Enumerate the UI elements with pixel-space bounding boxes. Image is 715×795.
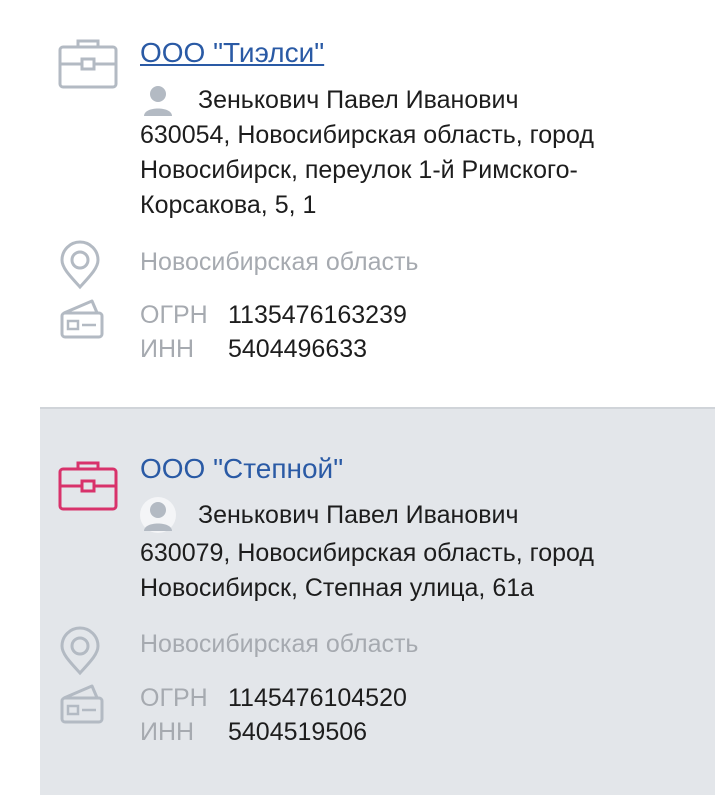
company-region: Новосибирская область [140, 248, 419, 276]
inn-value: 5404496633 [228, 335, 368, 363]
ogrn-value: 1145476104520 [228, 684, 407, 712]
inn-value: 5404519506 [228, 718, 368, 746]
person-avatar-icon [140, 497, 176, 533]
ogrn-label: ОГРН [140, 684, 208, 712]
inn-row: ИНН 5404519506 [140, 715, 367, 749]
location-pin-icon [60, 626, 100, 676]
company-region: Новосибирская область [140, 630, 419, 658]
director-name: Зенькович Павел Иванович [198, 85, 519, 114]
id-card-icon [60, 299, 104, 339]
director-row: Зенькович Павел Иванович [140, 497, 519, 533]
briefcase-icon [58, 39, 118, 89]
inn-row: ИНН 5404496633 [140, 332, 367, 366]
ogrn-value: 1135476163239 [228, 301, 407, 329]
id-card-icon [60, 684, 104, 724]
company-address: 630054, Новосибирская область, город Нов… [140, 121, 594, 219]
ogrn-row: ОГРН 1135476163239 [140, 298, 407, 332]
company-address: 630079, Новосибирская область, город Нов… [140, 539, 594, 602]
company-name-link[interactable]: ООО "Тиэлси" [140, 37, 324, 69]
director-name: Зенькович Павел Иванович [198, 500, 519, 529]
briefcase-icon [58, 461, 118, 511]
company-name-link[interactable]: ООО "Степной" [140, 453, 343, 485]
ogrn-row: ОГРН 1145476104520 [140, 681, 407, 715]
company-card-selected[interactable]: ООО "Степной" Зенькович Павел Иванович 6… [40, 407, 715, 795]
inn-label: ИНН [140, 335, 195, 363]
ogrn-label: ОГРН [140, 301, 208, 329]
inn-label: ИНН [140, 718, 195, 746]
company-list: ООО "Тиэлси" Зенькович Павел Иванович 63… [0, 0, 715, 795]
person-avatar-icon [144, 86, 172, 116]
company-card[interactable]: ООО "Тиэлси" Зенькович Павел Иванович 63… [40, 0, 715, 407]
director-row: Зенькович Павел Иванович [140, 82, 519, 118]
location-pin-icon [60, 240, 100, 290]
